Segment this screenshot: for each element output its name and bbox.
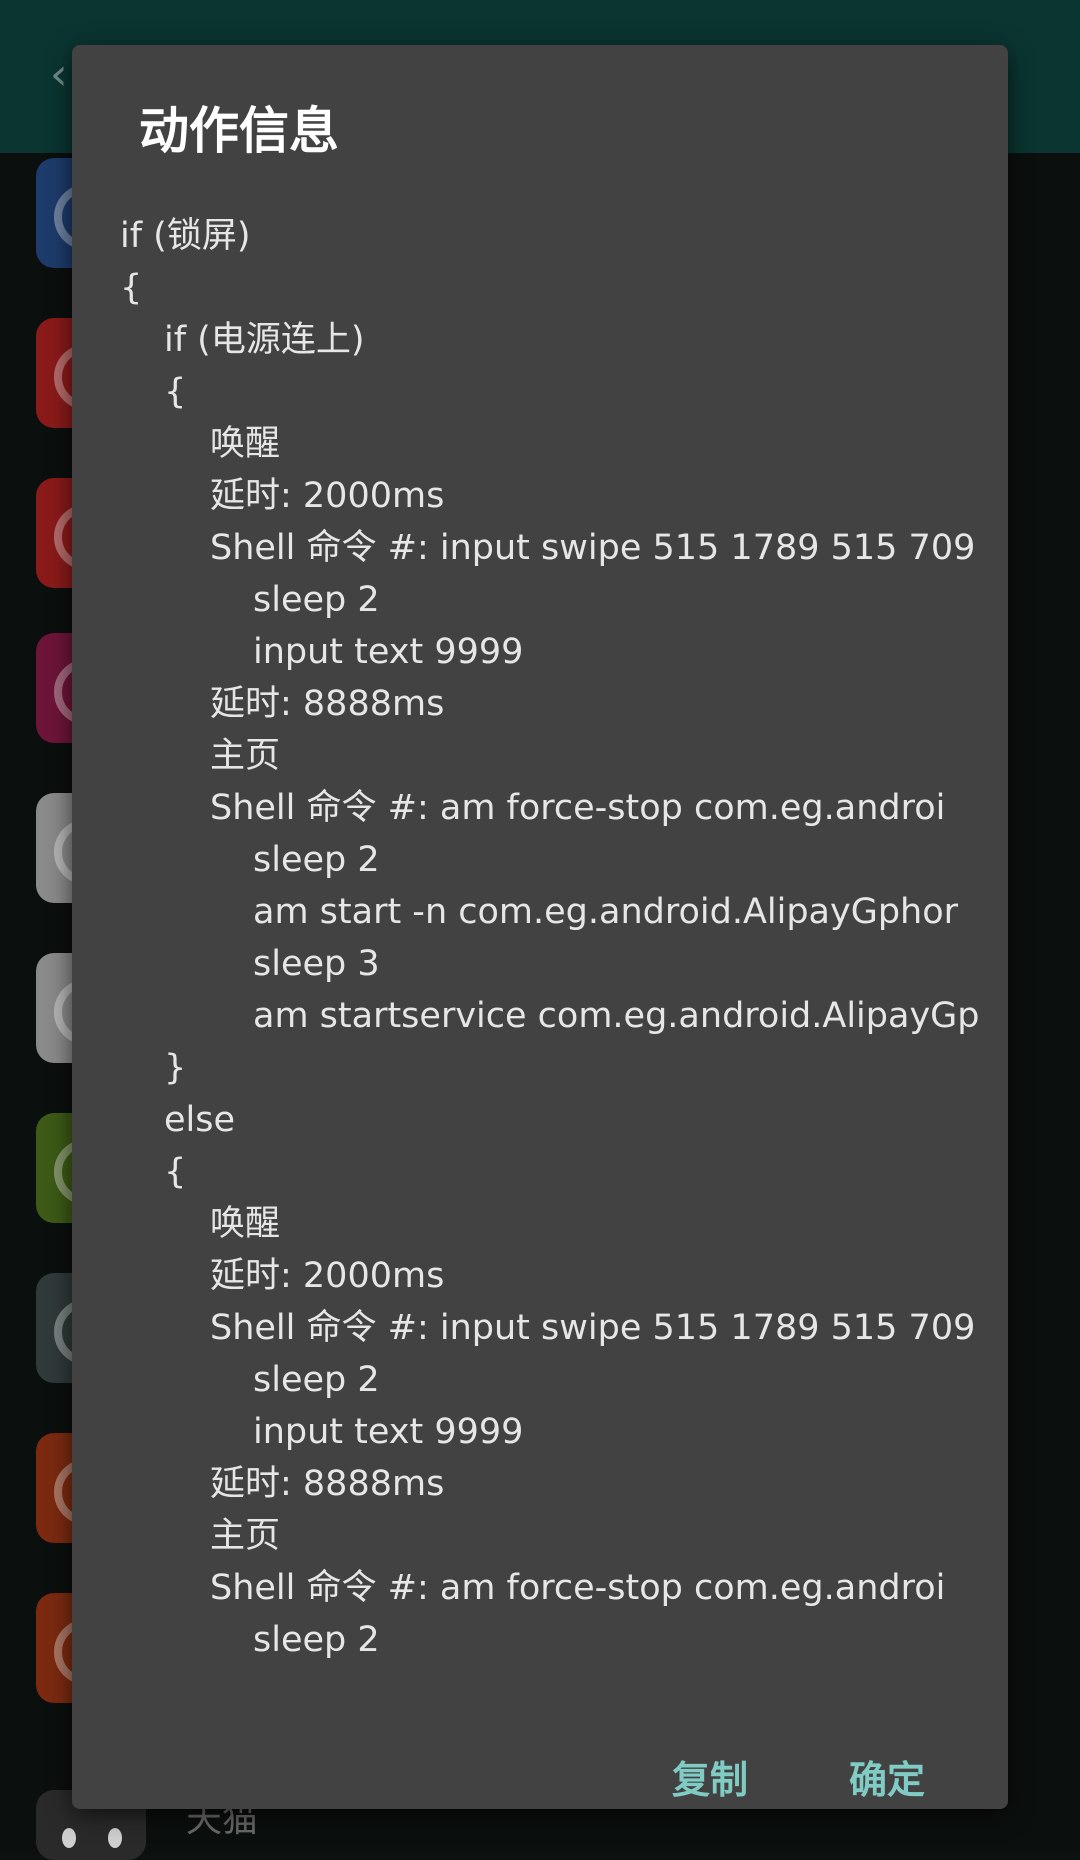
action-line: sleep 2: [253, 840, 380, 880]
dialog-actions: 复制 确定: [72, 1735, 1008, 1825]
action-line: 延时: 8888ms: [210, 684, 445, 724]
action-line: sleep 3: [253, 944, 380, 984]
action-line: if (锁屏): [120, 216, 251, 256]
action-line: if (电源连上): [164, 320, 365, 360]
action-line: Shell 命令 #: am force-stop com.eg.androi: [210, 1568, 946, 1608]
action-line: {: [164, 1152, 187, 1192]
action-line: else: [164, 1100, 236, 1140]
action-line: 延时: 2000ms: [210, 1256, 445, 1296]
action-line: input text 9999: [253, 1412, 524, 1452]
dialog-content-scroll[interactable]: if (锁屏){if (电源连上){唤醒 延时: 2000ms Shell 命令 #…: [120, 210, 1000, 1680]
action-line: sleep 2: [253, 580, 380, 620]
action-line: sleep 2: [253, 1620, 380, 1660]
action-line: 延时: 8888ms: [210, 1464, 445, 1504]
action-line: sleep 2: [253, 1360, 380, 1400]
action-line: 唤醒: [210, 1204, 281, 1244]
confirm-button[interactable]: 确定: [849, 1735, 925, 1825]
action-line: am startservice com.eg.android.AlipayGp: [253, 996, 980, 1036]
action-line: Shell 命令 #: input swipe 515 1789 515 709: [210, 1308, 976, 1348]
action-info-dialog: 动作信息 if (锁屏){if (电源连上){唤醒 延时: 2000ms Shell…: [72, 45, 1008, 1809]
action-line: input text 9999: [253, 632, 524, 672]
copy-button[interactable]: 复制: [672, 1735, 748, 1825]
action-line: Shell 命令 #: input swipe 515 1789 515 709: [210, 528, 976, 568]
action-line: Shell 命令 #: am force-stop com.eg.androi: [210, 788, 946, 828]
action-line: }: [164, 1048, 187, 1088]
action-line: 延时: 2000ms: [210, 476, 445, 516]
action-line: {: [164, 372, 187, 412]
dialog-title: 动作信息: [139, 102, 339, 160]
action-line: 唤醒: [210, 424, 281, 464]
action-line: 主页: [210, 736, 281, 776]
action-line: 主页: [210, 1516, 281, 1556]
action-line: {: [120, 268, 143, 308]
action-line: am start -n com.eg.android.AlipayGphor: [253, 892, 959, 932]
